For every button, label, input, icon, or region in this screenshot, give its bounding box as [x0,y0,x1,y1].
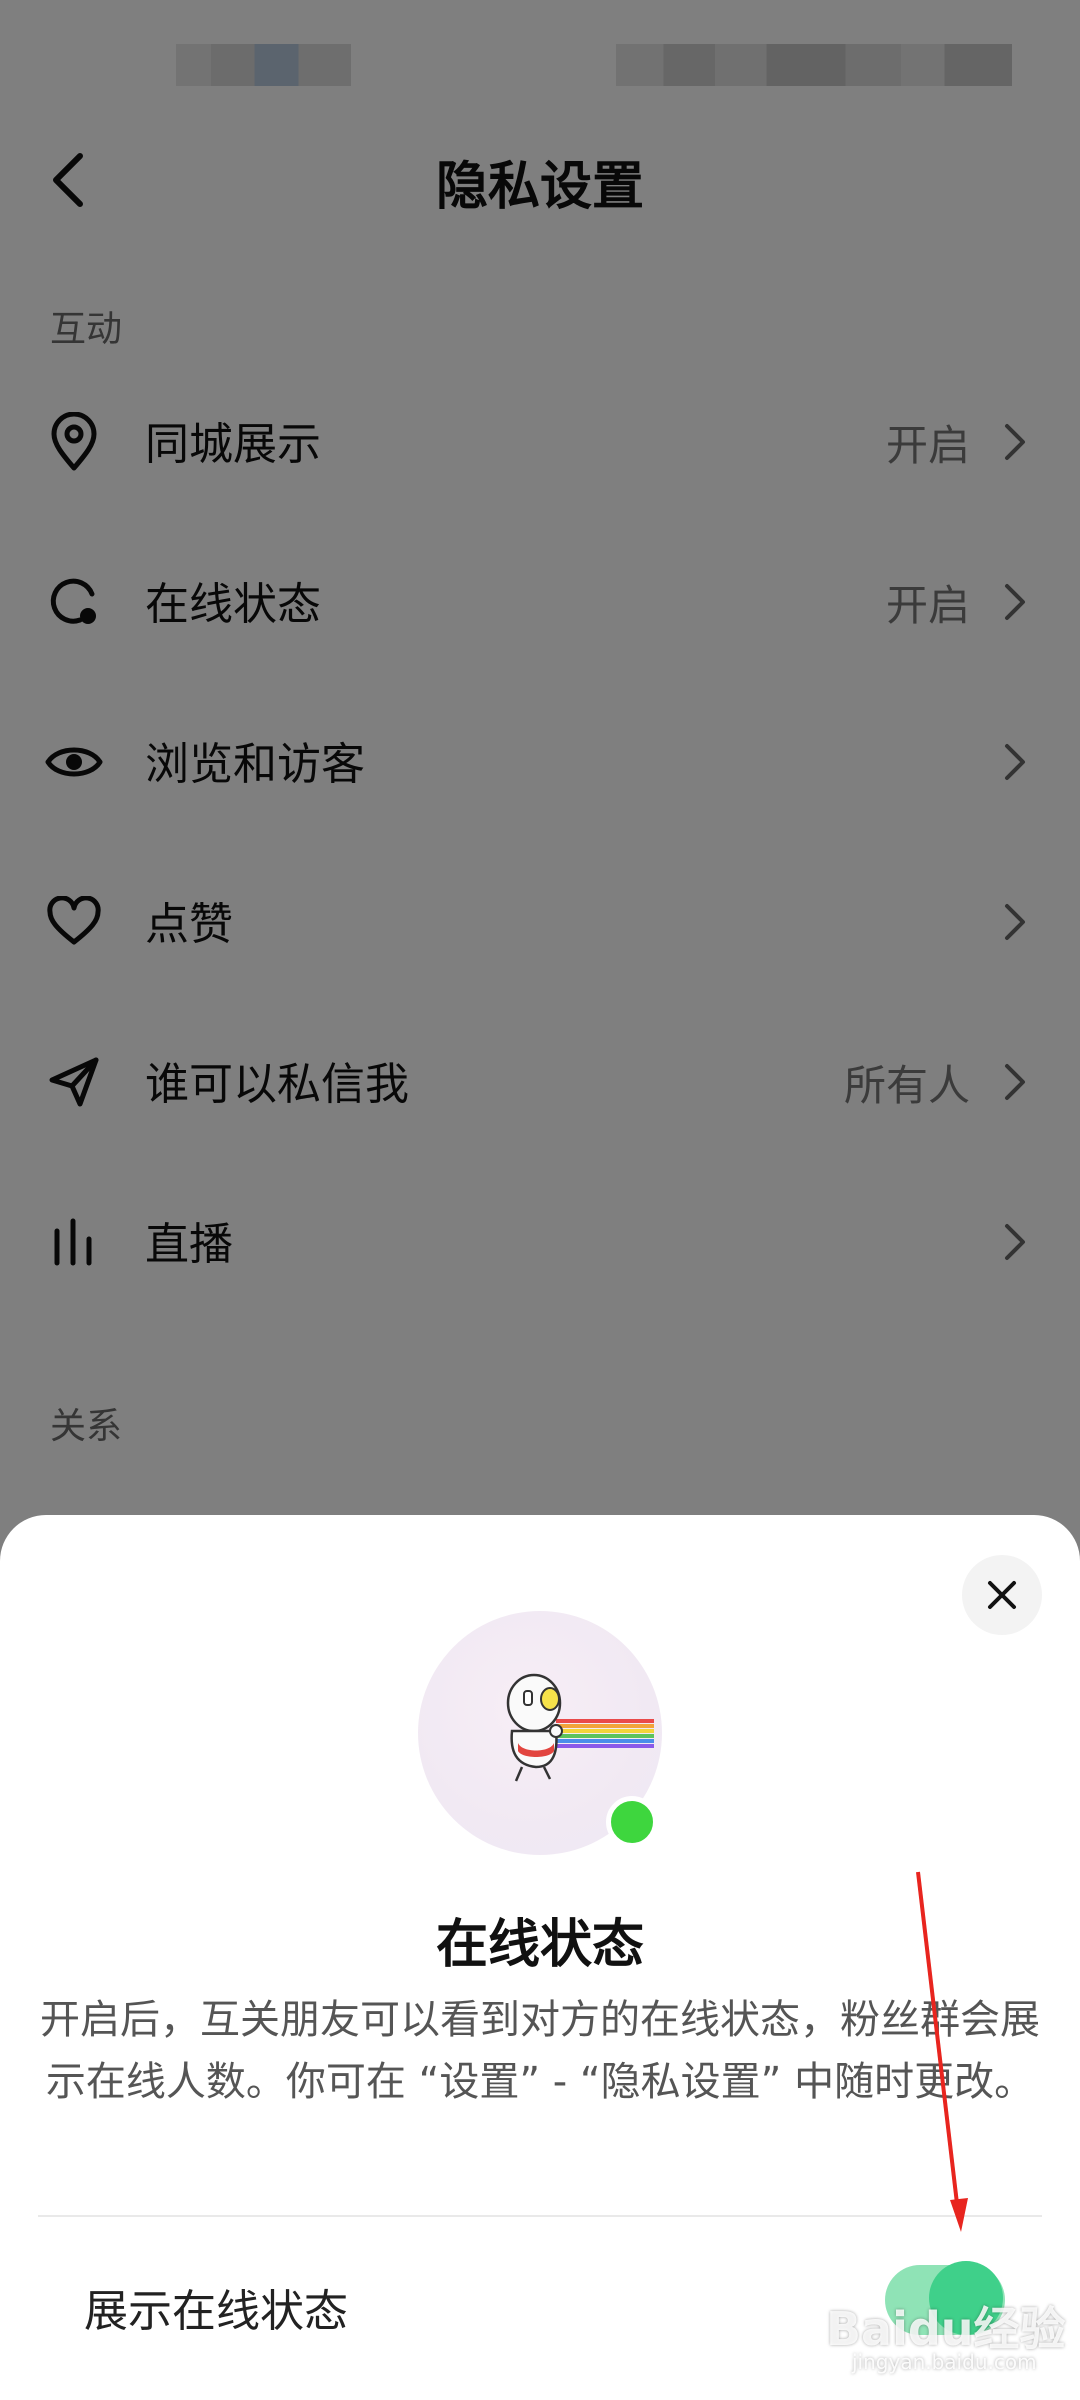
close-button[interactable] [962,1555,1042,1635]
privacy-settings-screen: 隐私设置 互动 同城展示 开启 在线状态 开启 [0,0,1080,2400]
online-status-bottom-sheet: 在线状态 开启后，互关朋友可以看到对方的在线状态，粉丝群会展示在线人数。你可在 … [0,1515,1080,2400]
sheet-description: 开启后，互关朋友可以看到对方的在线状态，粉丝群会展示在线人数。你可在 “设置” … [40,1997,1040,2105]
close-icon [988,1581,1016,1609]
online-indicator-dot [606,1796,658,1848]
sheet-title: 在线状态 [435,1915,644,1975]
watermark-url: jingyan.baidu.com [852,2350,1037,2374]
divider [38,2215,1042,2217]
toggle-label: 展示在线状态 [84,2286,348,2337]
